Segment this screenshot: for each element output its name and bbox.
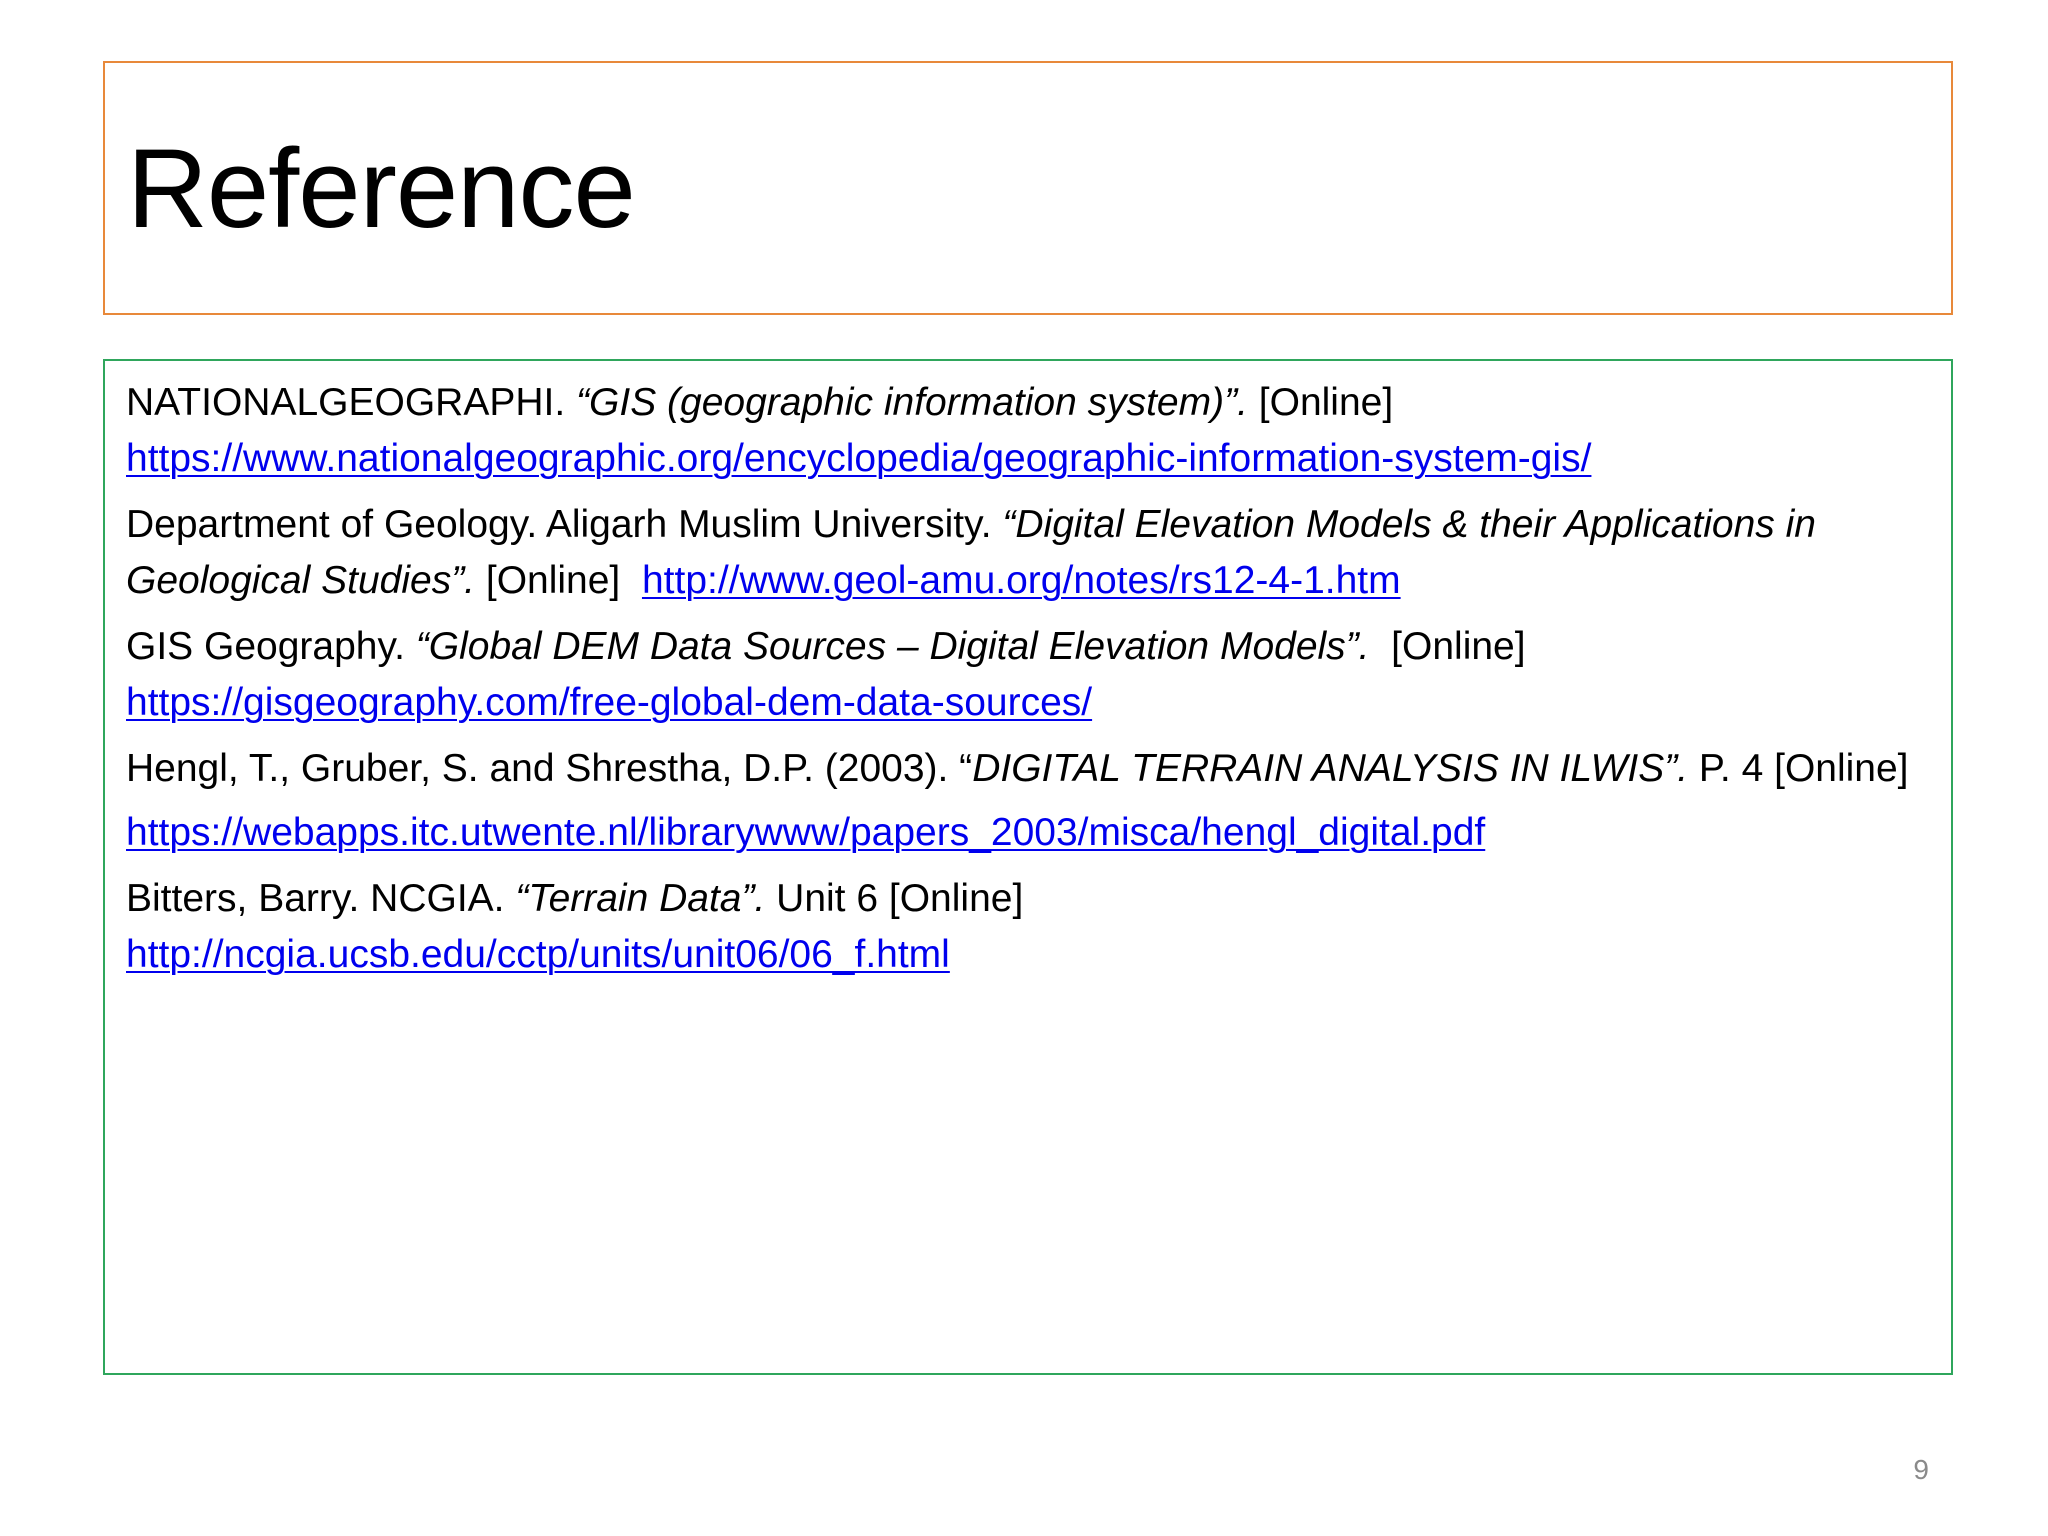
reference-note: [Online] bbox=[1247, 381, 1394, 424]
reference-item: GIS Geography. “Global DEM Data Sources … bbox=[126, 619, 1927, 731]
page-number: 9 bbox=[1913, 1454, 1929, 1485]
reference-list: NATIONALGEOGRAPHI. “GIS (geographic info… bbox=[126, 375, 1927, 993]
reference-note: P. 4 [Online] bbox=[1688, 747, 1909, 790]
reference-author: NATIONALGEOGRAPHI. bbox=[126, 381, 577, 424]
title-box: Reference bbox=[103, 61, 1953, 315]
reference-link[interactable]: https://gisgeography.com/free-global-dem… bbox=[126, 675, 1927, 731]
reference-link[interactable]: https://webapps.itc.utwente.nl/libraryww… bbox=[126, 805, 1927, 861]
reference-note: [Online] bbox=[1369, 625, 1526, 668]
reference-note: [Online] bbox=[475, 559, 642, 602]
reference-link[interactable]: http://www.geol-amu.org/notes/rs12-4-1.h… bbox=[642, 559, 1401, 602]
reference-title: “GIS (geographic information system)”. bbox=[576, 381, 1248, 424]
reference-title: “Terrain Data”. bbox=[515, 877, 766, 920]
reference-author: GIS Geography. bbox=[126, 625, 416, 668]
reference-item: NATIONALGEOGRAPHI. “GIS (geographic info… bbox=[126, 375, 1927, 487]
reference-link[interactable]: https://www.nationalgeographic.org/encyc… bbox=[126, 431, 1927, 487]
reference-title: “Global DEM Data Sources – Digital Eleva… bbox=[415, 625, 1370, 668]
reference-title: DIGITAL TERRAIN ANALYSIS IN ILWIS”. bbox=[972, 747, 1689, 790]
reference-author: Department of Geology. Aligarh Muslim Un… bbox=[126, 503, 1003, 546]
slide-title: Reference bbox=[127, 126, 636, 251]
reference-item: Department of Geology. Aligarh Muslim Un… bbox=[126, 497, 1927, 609]
slide: Reference NATIONALGEOGRAPHI. “GIS (geogr… bbox=[0, 0, 2048, 1536]
reference-item: Hengl, T., Gruber, S. and Shrestha, D.P.… bbox=[126, 741, 1927, 861]
reference-link[interactable]: http://ncgia.ucsb.edu/cctp/units/unit06/… bbox=[126, 927, 1927, 983]
reference-note: Unit 6 [Online] bbox=[765, 877, 1024, 920]
reference-author: Bitters, Barry. NCGIA. bbox=[126, 877, 516, 920]
references-box: NATIONALGEOGRAPHI. “GIS (geographic info… bbox=[103, 359, 1953, 1375]
reference-author: Hengl, T., Gruber, S. and Shrestha, D.P.… bbox=[126, 747, 973, 790]
reference-item: Bitters, Barry. NCGIA. “Terrain Data”. U… bbox=[126, 871, 1927, 983]
